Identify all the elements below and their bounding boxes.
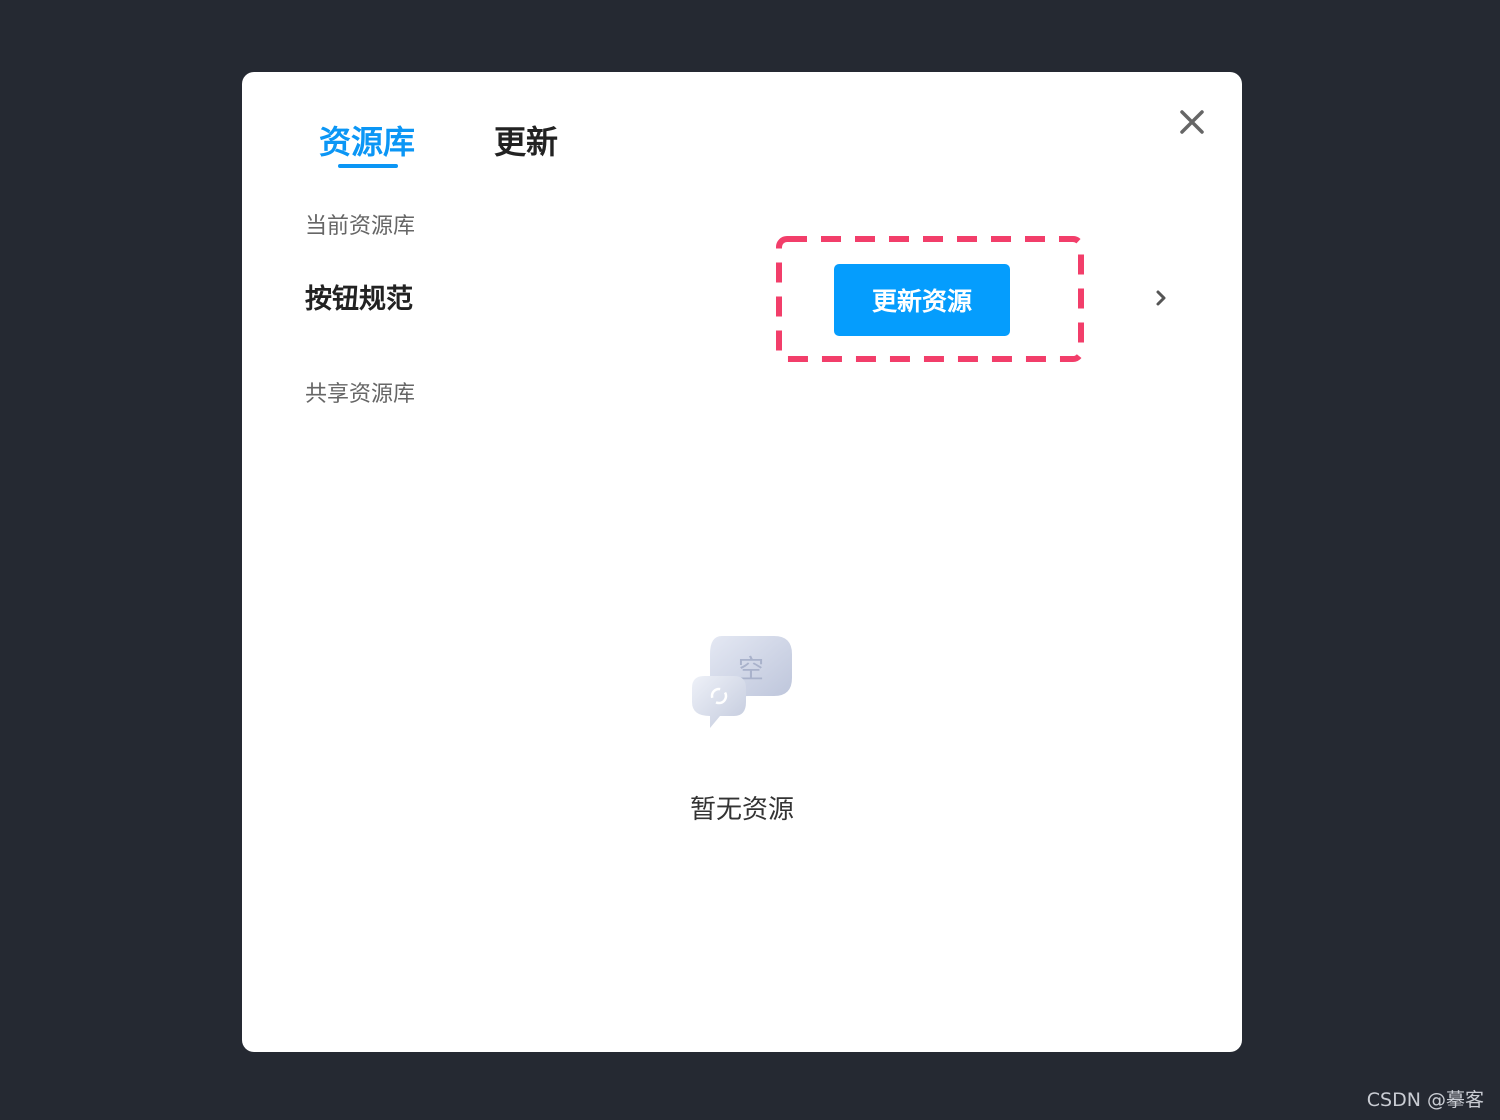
close-icon bbox=[1180, 110, 1204, 134]
update-resources-button[interactable]: 更新资源 bbox=[834, 264, 1010, 336]
tab-update[interactable]: 更新 bbox=[494, 122, 558, 162]
watermark: CSDN @摹客 bbox=[1366, 1089, 1484, 1111]
active-tab-indicator bbox=[338, 164, 398, 168]
empty-state-text: 暂无资源 bbox=[689, 795, 794, 825]
chevron-right-icon bbox=[1156, 290, 1166, 306]
close-button[interactable] bbox=[1174, 104, 1210, 140]
tab-resource-library[interactable]: 资源库 bbox=[319, 122, 415, 162]
resource-library-dialog: 资源库 更新 当前资源库 按钮规范 更新资源 共享资源库 空 暂无资源 bbox=[242, 72, 1242, 1052]
empty-chat-bubbles-icon: 空 bbox=[692, 636, 792, 728]
shared-library-label: 共享资源库 bbox=[305, 382, 416, 407]
expand-button[interactable] bbox=[1150, 287, 1172, 309]
current-library-name: 按钮规范 bbox=[305, 284, 413, 315]
current-library-label: 当前资源库 bbox=[305, 214, 416, 239]
